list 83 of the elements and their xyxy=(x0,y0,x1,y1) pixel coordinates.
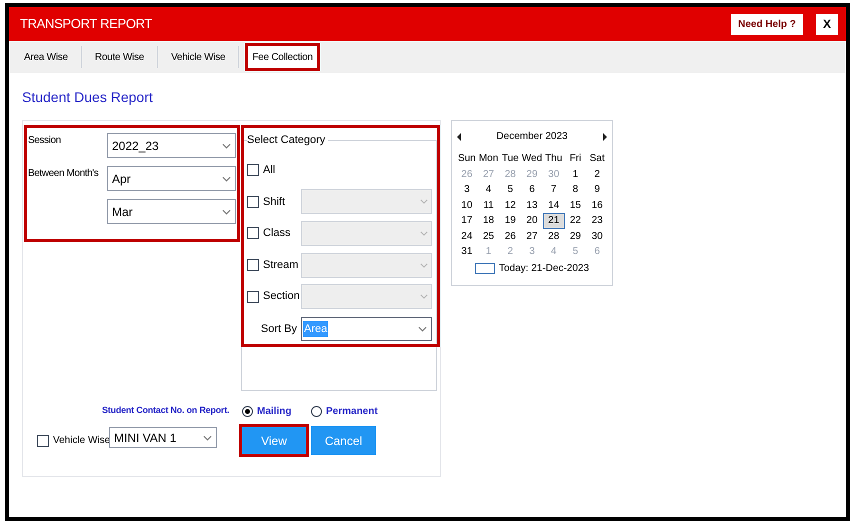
weekday-label: Wed xyxy=(521,152,543,166)
help-button[interactable]: Need Help ? xyxy=(731,14,803,34)
chevron-down-icon xyxy=(222,208,231,214)
chevron-down-icon xyxy=(418,326,427,332)
calendar-day[interactable]: 13 xyxy=(521,198,543,213)
field-label: Between Month's xyxy=(28,167,100,181)
next-month-icon[interactable] xyxy=(603,132,607,140)
calendar-day[interactable]: 25 xyxy=(478,228,500,244)
chevron-down-icon xyxy=(420,262,428,268)
calendar-day[interactable]: 10 xyxy=(456,198,478,213)
tab[interactable]: Route Wise xyxy=(88,43,152,71)
calendar-day[interactable]: 20 xyxy=(521,213,543,228)
checkbox-label: Stream xyxy=(263,258,298,273)
today-marker-icon xyxy=(474,262,495,274)
calendar-day[interactable]: 31 xyxy=(456,244,478,260)
calendar-day[interactable]: 16 xyxy=(586,198,608,213)
checkbox-label: Shift xyxy=(263,194,286,210)
radio-option[interactable]: Permanent xyxy=(311,404,378,418)
calendar-day[interactable]: 15 xyxy=(564,198,586,213)
previous-month-icon[interactable] xyxy=(457,132,461,140)
weekday-label: Sat xyxy=(588,152,606,166)
chevron-down-icon xyxy=(203,434,212,440)
weekday-label: Mon xyxy=(478,152,500,166)
month-title: December 2023 xyxy=(496,130,568,144)
calendar-day[interactable]: 2 xyxy=(586,166,608,182)
field-label: Sort By xyxy=(260,322,298,337)
field-label: Session xyxy=(28,134,62,148)
tab[interactable]: Fee Collection xyxy=(245,43,320,71)
calendar-day[interactable]: 1 xyxy=(564,166,586,182)
calendar-day[interactable]: 12 xyxy=(499,198,522,213)
chevron-down-icon xyxy=(222,142,231,148)
weekday-label: Tue xyxy=(500,152,520,166)
month-dropdown[interactable]: Apr xyxy=(107,166,236,191)
tab[interactable]: Vehicle Wise xyxy=(164,43,232,71)
checkbox[interactable] xyxy=(247,290,259,303)
calendar-day[interactable]: 3 xyxy=(456,182,478,198)
calendar-day[interactable]: 23 xyxy=(586,213,608,228)
month-dropdown[interactable]: Mar xyxy=(107,199,236,224)
calendar-day[interactable]: 29 xyxy=(564,228,586,244)
calendar-day[interactable]: 5 xyxy=(499,182,522,198)
window-title: TRANSPORT REPORT xyxy=(20,15,152,34)
weekday-label: Thu xyxy=(544,152,564,166)
calendar-day[interactable]: 24 xyxy=(456,228,478,244)
vehicle-dropdown[interactable]: MINI VAN 1 xyxy=(109,427,217,448)
calendar-day[interactable]: 27 xyxy=(521,228,543,244)
checkbox-label: All xyxy=(263,163,276,178)
checkbox[interactable] xyxy=(247,164,259,176)
session-dropdown[interactable]: 2022_23 xyxy=(107,133,236,158)
checkbox[interactable] xyxy=(247,196,259,208)
chevron-down-icon xyxy=(420,294,428,300)
checkbox-label: Section xyxy=(263,289,300,304)
calendar-day[interactable]: 6 xyxy=(521,182,543,198)
weekday-label: Sun xyxy=(456,152,477,166)
group-title: Select Category xyxy=(247,132,328,148)
today-link[interactable]: Today: 21-Dec-2023 xyxy=(498,260,590,276)
checkbox-label: Vehicle Wise xyxy=(53,434,110,448)
checkbox[interactable] xyxy=(247,227,259,240)
calendar-day[interactable]: 11 xyxy=(478,198,500,213)
calendar-day[interactable]: 26 xyxy=(499,228,522,244)
weekday-label: Fri xyxy=(568,152,582,166)
contact-label: Student Contact No. on Report. xyxy=(102,404,230,418)
calendar-day[interactable]: 18 xyxy=(478,213,500,228)
calendar-day[interactable]: 30 xyxy=(586,228,608,244)
tab[interactable]: Area Wise xyxy=(17,43,75,71)
calendar-day[interactable]: 4 xyxy=(478,182,500,198)
checkbox-label: Class xyxy=(263,226,291,242)
calendar-day[interactable]: 22 xyxy=(564,213,586,228)
checkbox[interactable] xyxy=(37,434,49,446)
chevron-down-icon xyxy=(420,199,428,204)
calendar-day[interactable]: 8 xyxy=(564,182,586,198)
section-heading: Student Dues Report xyxy=(22,88,154,107)
chevron-down-icon xyxy=(420,230,428,236)
checkbox[interactable] xyxy=(247,259,259,272)
calendar-day[interactable]: 17 xyxy=(456,213,478,228)
calendar-day[interactable]: 9 xyxy=(586,182,608,198)
calendar-day[interactable]: 7 xyxy=(542,182,565,198)
radio-option[interactable]: Mailing xyxy=(242,404,311,418)
calendar-day[interactable]: 14 xyxy=(542,198,565,213)
calendar-day[interactable]: 21 xyxy=(542,213,565,228)
calendar-day[interactable]: 19 xyxy=(499,213,522,228)
chevron-down-icon xyxy=(222,176,231,182)
close-button[interactable]: X xyxy=(816,14,838,34)
calendar-day[interactable]: 28 xyxy=(542,228,565,244)
